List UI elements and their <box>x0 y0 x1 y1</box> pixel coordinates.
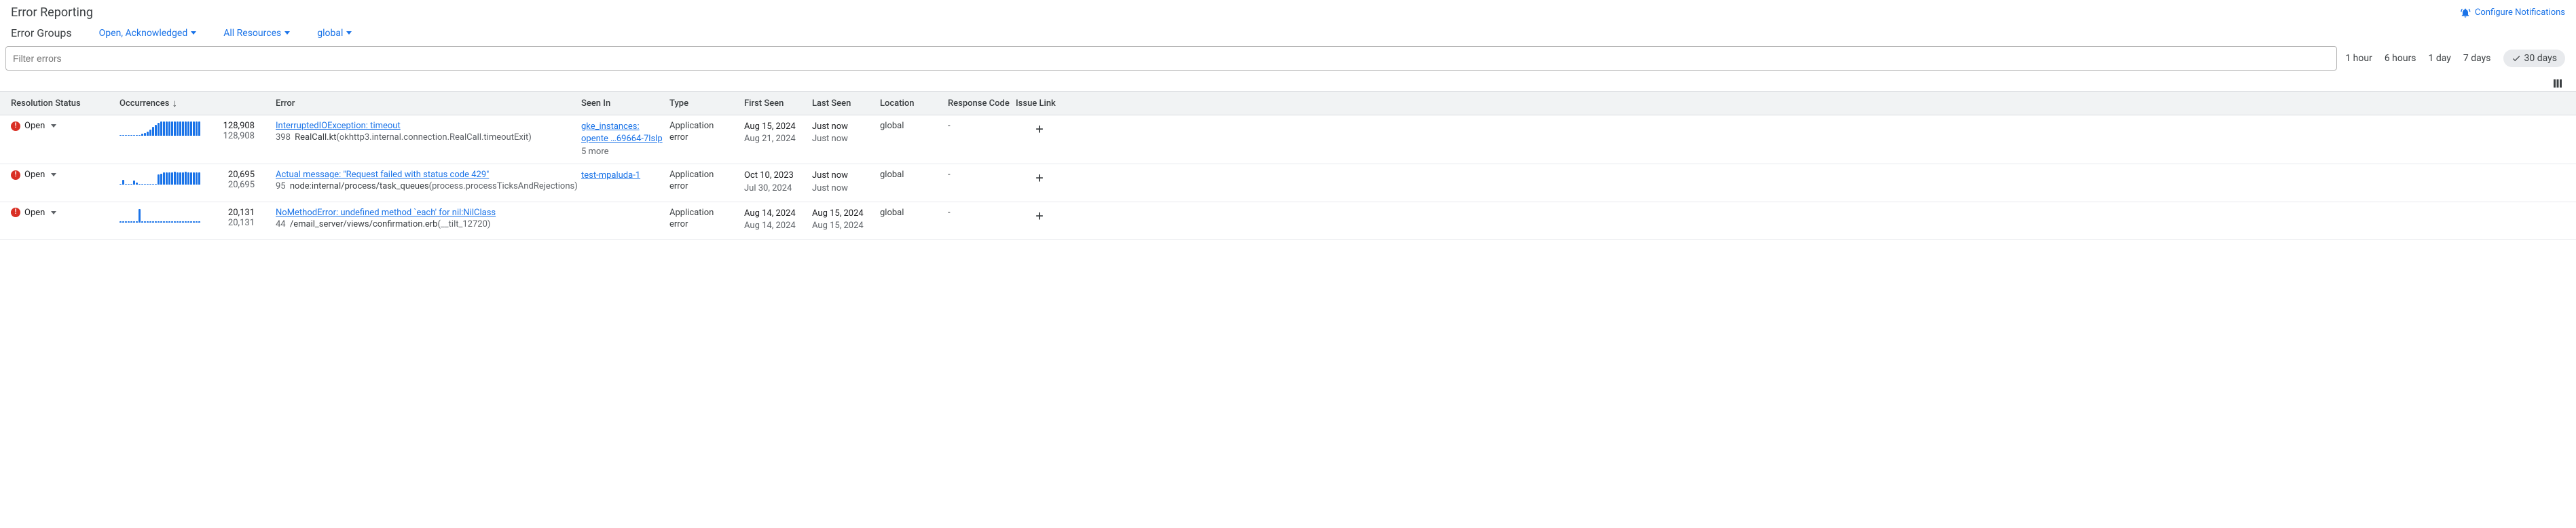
occ-total: 20,695 <box>207 170 255 180</box>
col-type[interactable]: Type <box>669 98 744 109</box>
error-cell: NoMethodError: undefined method `each' f… <box>276 208 581 229</box>
filter-region-dropdown[interactable]: global <box>317 28 352 39</box>
time-option-7days[interactable]: 7 days <box>2463 53 2491 64</box>
first-seen-cell: Aug 14, 2024Aug 14, 2024 <box>744 208 812 232</box>
bell-alert-icon <box>2460 7 2471 18</box>
error-link[interactable]: InterruptedIOException: timeout <box>276 121 401 131</box>
occ-sub: 20,695 <box>207 180 255 190</box>
chevron-down-icon <box>51 211 56 214</box>
chevron-down-icon <box>51 124 56 128</box>
error-status-icon <box>11 121 20 131</box>
time-option-30days[interactable]: 30 days <box>2503 50 2565 67</box>
first-seen-cell: Oct 10, 2023Jul 30, 2024 <box>744 170 812 194</box>
col-location[interactable]: Location <box>880 98 948 109</box>
status-dropdown[interactable]: Open <box>11 121 119 131</box>
configure-notifications-label: Configure Notifications <box>2475 7 2565 18</box>
table-row: Open20,13120,131NoMethodError: undefined… <box>0 202 2576 240</box>
chevron-down-icon <box>284 31 290 35</box>
page-title: Error Reporting <box>11 5 93 20</box>
error-location: 398 RealCall.kt(okhttp3.internal.connect… <box>276 132 581 143</box>
filter-status-dropdown[interactable]: Open, Acknowledged <box>99 28 197 39</box>
table-row: Open128,908128,908InterruptedIOException… <box>0 115 2576 164</box>
sparkline <box>119 170 200 185</box>
add-issue-link-button[interactable]: + <box>1033 208 1046 224</box>
last-seen-cell: Aug 15, 2024Aug 15, 2024 <box>812 208 880 232</box>
error-link[interactable]: NoMethodError: undefined method `each' f… <box>276 208 496 218</box>
chevron-down-icon <box>51 173 56 176</box>
time-option-6hours[interactable]: 6 hours <box>2385 53 2416 64</box>
chevron-down-icon <box>346 31 352 35</box>
occurrences-cell: 20,69520,695 <box>119 170 276 190</box>
location-cell: global <box>880 170 948 180</box>
occ-total: 128,908 <box>207 121 255 131</box>
col-issue-link[interactable]: Issue Link <box>1016 98 1063 109</box>
occurrences-cell: 20,13120,131 <box>119 208 276 228</box>
seen-in-link[interactable]: gke_instances: <box>581 121 669 133</box>
add-issue-link-button[interactable]: + <box>1033 170 1046 186</box>
last-seen-cell: Just nowJust now <box>812 121 880 145</box>
error-cell: InterruptedIOException: timeout398 RealC… <box>276 121 581 143</box>
col-first-seen[interactable]: First Seen <box>744 98 812 109</box>
type-cell: Applicationerror <box>669 208 744 231</box>
sparkline <box>119 121 200 136</box>
subheader-title: Error Groups <box>11 26 72 39</box>
columns-icon[interactable] <box>2552 77 2564 90</box>
response-code-cell: - <box>948 208 1016 218</box>
first-seen-cell: Aug 15, 2024Aug 21, 2024 <box>744 121 812 145</box>
seen-in-cell: gke_instances:opente …69664-7lslp 5 more <box>581 121 669 157</box>
error-status-icon <box>11 170 20 180</box>
col-occurrences[interactable]: Occurrences↓ <box>119 97 276 109</box>
table-header: Resolution Status Occurrences↓ Error See… <box>0 91 2576 115</box>
time-option-1day[interactable]: 1 day <box>2429 53 2451 64</box>
sort-desc-icon: ↓ <box>172 97 177 109</box>
occ-total: 20,131 <box>207 208 255 218</box>
col-resolution[interactable]: Resolution Status <box>11 98 119 109</box>
error-link[interactable]: Actual message: "Request failed with sta… <box>276 170 489 180</box>
occurrences-cell: 128,908128,908 <box>119 121 276 141</box>
error-location: 95 node:internal/process/task_queues(pro… <box>276 181 581 191</box>
error-status-icon <box>11 208 20 217</box>
location-cell: global <box>880 121 948 131</box>
time-option-1hour[interactable]: 1 hour <box>2345 53 2372 64</box>
col-last-seen[interactable]: Last Seen <box>812 98 880 109</box>
last-seen-cell: Just nowJust now <box>812 170 880 194</box>
type-cell: Applicationerror <box>669 121 744 144</box>
configure-notifications-link[interactable]: Configure Notifications <box>2460 7 2565 18</box>
time-range-selector: 1 hour 6 hours 1 day 7 days 30 days <box>2345 50 2565 67</box>
col-seen-in[interactable]: Seen In <box>581 98 669 109</box>
table-row: Open20,69520,695Actual message: "Request… <box>0 164 2576 202</box>
response-code-cell: - <box>948 170 1016 180</box>
error-cell: Actual message: "Request failed with sta… <box>276 170 581 191</box>
occ-sub: 128,908 <box>207 131 255 141</box>
col-response-code[interactable]: Response Code <box>948 98 1016 109</box>
seen-in-more: 5 more <box>581 147 669 157</box>
response-code-cell: - <box>948 121 1016 131</box>
error-location: 44 /email_server/views/confirmation.erb(… <box>276 219 581 229</box>
chevron-down-icon <box>191 31 196 35</box>
sparkline <box>119 208 200 223</box>
filter-errors-input[interactable] <box>5 46 2337 71</box>
occ-sub: 20,131 <box>207 218 255 228</box>
type-cell: Applicationerror <box>669 170 744 193</box>
col-error[interactable]: Error <box>276 98 581 109</box>
filter-resource-dropdown[interactable]: All Resources <box>223 28 290 39</box>
check-icon <box>2511 54 2521 63</box>
seen-in-link[interactable]: test-mpaluda-1 <box>581 170 669 182</box>
seen-in-cell: test-mpaluda-1 <box>581 170 669 182</box>
add-issue-link-button[interactable]: + <box>1033 121 1046 137</box>
status-dropdown[interactable]: Open <box>11 170 119 180</box>
location-cell: global <box>880 208 948 218</box>
seen-in-link[interactable]: opente …69664-7lslp <box>581 133 669 145</box>
status-dropdown[interactable]: Open <box>11 208 119 218</box>
